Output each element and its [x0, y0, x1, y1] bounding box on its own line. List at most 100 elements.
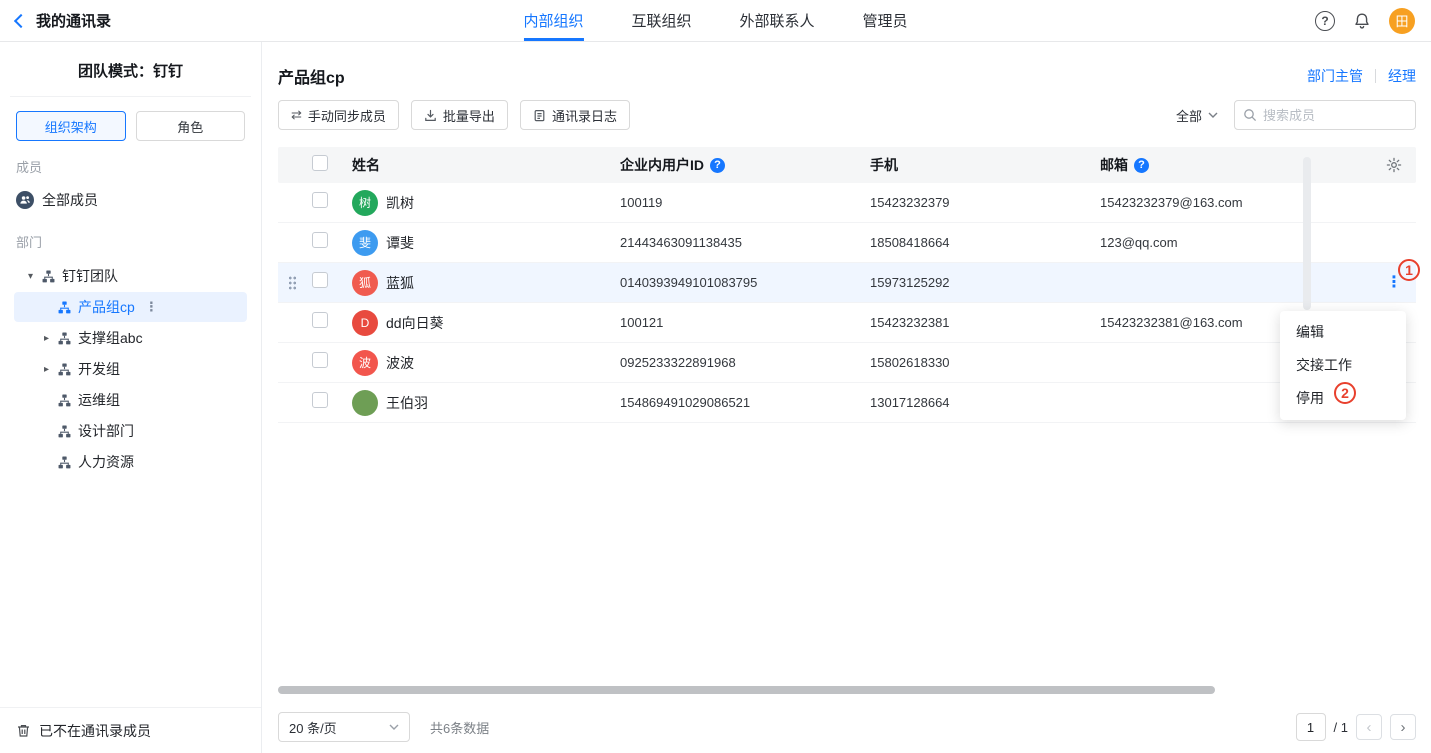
tab-internal-org[interactable]: 内部组织 [523, 0, 583, 41]
avatar: D [352, 310, 378, 336]
row-checkbox[interactable] [312, 192, 328, 208]
table-row: 波 波波 0925233322891968 15802618330 [278, 343, 1416, 383]
member-user-id: 100121 [610, 315, 860, 330]
batch-export-button[interactable]: 批量导出 [411, 100, 508, 130]
tree-collapse-icon[interactable]: ▸ [44, 333, 58, 344]
question-icon[interactable]: ? [1134, 158, 1149, 173]
chevron-down-icon [389, 724, 399, 730]
sidebar-item-all-members[interactable]: 全部成员 [0, 184, 261, 216]
member-user-id: 21443463091138435 [610, 235, 860, 250]
contact-log-button[interactable]: 通讯录日志 [520, 100, 630, 130]
org-icon [58, 332, 71, 345]
member-phone: 15423232381 [860, 315, 1090, 330]
bell-icon[interactable] [1353, 12, 1371, 30]
role-toggle[interactable]: 角色 [136, 111, 246, 141]
table-row: 王伯羽 154869491029086521 13017128664 [278, 383, 1416, 423]
search-input[interactable] [1263, 108, 1407, 123]
row-checkbox[interactable] [312, 392, 328, 408]
tab-admins[interactable]: 管理员 [863, 0, 908, 41]
pagination-bar: 20 条/页 共6条数据 / 1 ‹ › [278, 712, 1416, 742]
sidebar-item-removed-members[interactable]: 已不在通讯录成员 [0, 707, 261, 753]
org-icon [58, 425, 71, 438]
question-icon[interactable]: ? [710, 158, 725, 173]
toolbar: ⇄ 手动同步成员 批量导出 通讯录日志 全部 [278, 100, 1416, 130]
annotation-step-2: 2 [1334, 382, 1356, 404]
gear-icon[interactable] [1386, 157, 1402, 173]
member-phone: 15423232379 [860, 195, 1090, 210]
document-icon [533, 109, 546, 122]
drag-handle-icon[interactable] [288, 275, 297, 290]
org-icon [58, 301, 71, 314]
departments-section-label: 部门 [0, 216, 261, 259]
column-settings [1386, 157, 1416, 173]
tree-item-dev-group[interactable]: ▸ 开发组 [14, 354, 247, 384]
tree-item-support-group[interactable]: ▸ 支撑组abc [14, 323, 247, 353]
member-phone: 15973125292 [860, 275, 1090, 290]
table-row: D dd向日葵 100121 15423232381 15423232381@1… [278, 303, 1416, 343]
dept-manager-link[interactable]: 部门主管 [1307, 66, 1363, 86]
page-total-label: / 1 [1334, 720, 1348, 735]
tree-item-label: 运维组 [78, 390, 120, 410]
tree-expand-icon[interactable]: ▾ [28, 271, 42, 282]
user-avatar[interactable]: 田 [1389, 8, 1415, 34]
horizontal-scrollbar[interactable] [278, 686, 1215, 694]
menu-item-handover[interactable]: 交接工作 [1280, 349, 1406, 382]
tree-item-label: 人力资源 [78, 452, 134, 472]
member-user-id: 0925233322891968 [610, 355, 860, 370]
manager-link[interactable]: 经理 [1388, 66, 1416, 86]
members-table: 姓名 企业内用户ID ? 手机 邮箱 ? [278, 147, 1416, 423]
help-icon[interactable]: ? [1315, 11, 1335, 31]
org-icon [58, 456, 71, 469]
removed-members-label: 已不在通讯录成员 [39, 721, 151, 741]
topbar: 我的通讯录 内部组织 互联组织 外部联系人 管理员 ? 田 [0, 0, 1431, 42]
tab-external-contacts[interactable]: 外部联系人 [740, 0, 815, 41]
avatar [352, 390, 378, 416]
tab-connected-org[interactable]: 互联组织 [631, 0, 691, 41]
tree-item-label: 设计部门 [78, 421, 134, 441]
member-name: dd向日葵 [386, 313, 444, 333]
total-count-label: 共6条数据 [430, 718, 489, 737]
tree-item-product-group[interactable]: 产品组cp ⋮ [14, 292, 247, 322]
table-vertical-scrollbar[interactable] [1303, 157, 1311, 310]
team-mode-label: 团队模式：钉钉 [0, 42, 261, 96]
member-phone: 18508418664 [860, 235, 1090, 250]
tree-item-label: 支撑组abc [78, 328, 143, 348]
menu-item-edit[interactable]: 编辑 [1280, 316, 1406, 349]
all-members-label: 全部成员 [42, 190, 98, 210]
divider [1375, 69, 1376, 83]
tree-more-icon[interactable]: ⋮ [145, 299, 158, 315]
back-icon[interactable] [14, 13, 28, 27]
row-checkbox[interactable] [312, 232, 328, 248]
tree-item-design-dept[interactable]: 设计部门 [14, 416, 247, 446]
tree-item-dingtalk-team[interactable]: ▾ 钉钉团队 [14, 261, 247, 291]
manual-sync-button[interactable]: ⇄ 手动同步成员 [278, 100, 399, 130]
table-row: 斐 谭斐 21443463091138435 18508418664 123@q… [278, 223, 1416, 263]
page-number-input[interactable] [1296, 713, 1326, 741]
member-name: 凯树 [386, 193, 414, 213]
prev-page-button[interactable]: ‹ [1356, 714, 1382, 740]
page-title[interactable]: 我的通讯录 [36, 10, 111, 31]
org-icon [58, 394, 71, 407]
member-phone: 15802618330 [860, 355, 1090, 370]
column-header-name: 姓名 [346, 155, 610, 175]
row-checkbox[interactable] [312, 352, 328, 368]
row-checkbox[interactable] [312, 272, 328, 288]
chevron-down-icon [1208, 112, 1218, 118]
member-name: 谭斐 [386, 233, 414, 253]
select-all-checkbox[interactable] [312, 155, 328, 171]
member-user-id: 154869491029086521 [610, 395, 860, 410]
table-row: 树 凯树 100119 15423232379 15423232379@163.… [278, 183, 1416, 223]
next-page-button[interactable]: › [1390, 714, 1416, 740]
tree-item-ops-group[interactable]: 运维组 [14, 385, 247, 415]
member-user-id: 100119 [610, 195, 860, 210]
tree-item-label: 钉钉团队 [62, 266, 118, 286]
filter-dropdown[interactable]: 全部 [1176, 106, 1218, 125]
org-structure-toggle[interactable]: 组织架构 [16, 111, 126, 141]
table-row-selected: 狐 蓝狐 0140393949101083795 15973125292 ⋮ [278, 263, 1416, 303]
tree-item-hr[interactable]: 人力资源 [14, 447, 247, 477]
member-phone: 13017128664 [860, 395, 1090, 410]
member-name: 王伯羽 [386, 393, 428, 413]
page-size-select[interactable]: 20 条/页 [278, 712, 410, 742]
tree-collapse-icon[interactable]: ▸ [44, 364, 58, 375]
row-checkbox[interactable] [312, 312, 328, 328]
